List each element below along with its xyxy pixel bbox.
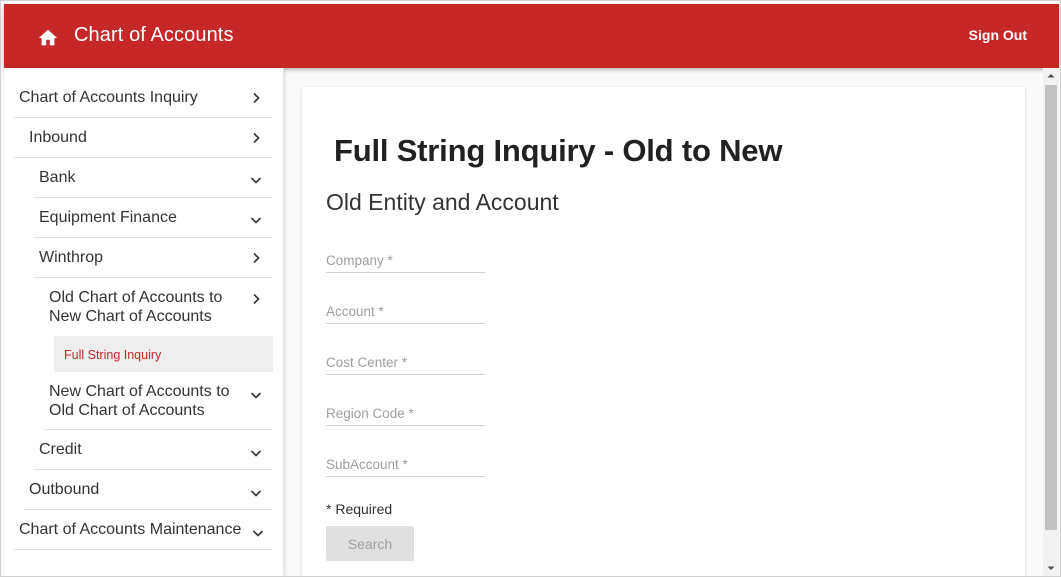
sidebar-item-outbound[interactable]: Outbound	[24, 470, 272, 510]
subaccount-field	[326, 447, 485, 477]
account-field	[326, 294, 485, 324]
sidebar-item-full-string-inquiry[interactable]: Full String Inquiry	[54, 336, 273, 372]
company-field	[326, 243, 485, 273]
vertical-scrollbar[interactable]	[1043, 68, 1059, 576]
sidebar-item-label: Chart of Accounts Maintenance	[19, 521, 242, 538]
region-code-field	[326, 396, 485, 426]
home-icon[interactable]	[37, 27, 59, 49]
chevron-down-icon	[250, 217, 262, 224]
scroll-down-arrow-icon[interactable]	[1043, 560, 1059, 576]
sidebar-item-label: Inbound	[29, 129, 87, 146]
sidebar-item-old-to-new[interactable]: Old Chart of Accounts to New Chart of Ac…	[44, 278, 272, 336]
search-button[interactable]: Search	[326, 526, 414, 561]
sidebar-item-label: Full String Inquiry	[64, 348, 162, 362]
app-window: Chart of Accounts Sign Out Chart of Acco…	[0, 0, 1061, 577]
sidebar-item-label-line2: New Chart of Accounts	[49, 308, 212, 325]
section-title: Old Entity and Account	[326, 189, 559, 215]
chevron-right-icon	[253, 293, 260, 305]
app-title[interactable]: Chart of Accounts	[74, 24, 234, 47]
chevron-down-icon	[250, 177, 262, 184]
sidebar-item-label: Outbound	[29, 481, 100, 498]
sidebar-nav: Chart of Accounts Inquiry Inbound Bank E…	[4, 68, 284, 576]
chevron-down-icon	[250, 450, 262, 457]
sidebar-item-bank[interactable]: Bank	[34, 158, 272, 198]
account-input[interactable]	[326, 304, 485, 319]
sidebar-item-label-line1: New Chart of Accounts to	[49, 383, 230, 400]
cost-center-input[interactable]	[326, 355, 485, 370]
sidebar-item-new-to-old[interactable]: New Chart of Accounts to Old Chart of Ac…	[44, 372, 272, 430]
sidebar-item-label: Winthrop	[39, 249, 104, 266]
chevron-right-icon	[253, 252, 260, 264]
sidebar-item-chart-of-accounts-maintenance[interactable]: Chart of Accounts Maintenance	[14, 510, 272, 550]
sidebar-item-chart-of-accounts-inquiry[interactable]: Chart of Accounts Inquiry	[14, 78, 272, 118]
cost-center-field	[326, 345, 485, 375]
sidebar-item-equipment-finance[interactable]: Equipment Finance	[34, 198, 272, 238]
sidebar-item-label-line2: Old Chart of Accounts	[49, 402, 205, 419]
chevron-right-icon	[253, 132, 260, 144]
sidebar-item-label: New Chart of Accounts to Old Chart of Ac…	[49, 382, 230, 420]
company-input[interactable]	[326, 253, 485, 268]
app-header: Chart of Accounts Sign Out	[4, 4, 1059, 68]
required-note: * Required	[326, 501, 393, 517]
sidebar-item-winthrop[interactable]: Winthrop	[34, 238, 272, 278]
chevron-down-icon	[252, 530, 264, 537]
sign-out-button[interactable]: Sign Out	[969, 27, 1027, 43]
scrollbar-thumb[interactable]	[1045, 85, 1057, 530]
sidebar-item-inbound[interactable]: Inbound	[14, 118, 272, 158]
sidebar-item-label: Bank	[39, 169, 76, 186]
sidebar-item-label: Equipment Finance	[39, 209, 177, 226]
subaccount-input[interactable]	[326, 457, 485, 472]
inquiry-form-card: Full String Inquiry - Old to New Old Ent…	[302, 87, 1025, 576]
scroll-up-arrow-icon[interactable]	[1043, 68, 1059, 84]
sidebar-item-label: Old Chart of Accounts to New Chart of Ac…	[49, 288, 222, 326]
chevron-down-icon	[250, 392, 262, 399]
sidebar-item-label: Credit	[39, 441, 82, 458]
sidebar-item-label: Chart of Accounts Inquiry	[19, 89, 198, 106]
region-code-input[interactable]	[326, 406, 485, 421]
page-title: Full String Inquiry - Old to New	[334, 133, 783, 168]
sidebar-item-credit[interactable]: Credit	[34, 430, 272, 470]
chevron-down-icon	[250, 490, 262, 497]
sidebar-item-label-line1: Old Chart of Accounts to	[49, 289, 223, 306]
chevron-right-icon	[253, 92, 260, 104]
